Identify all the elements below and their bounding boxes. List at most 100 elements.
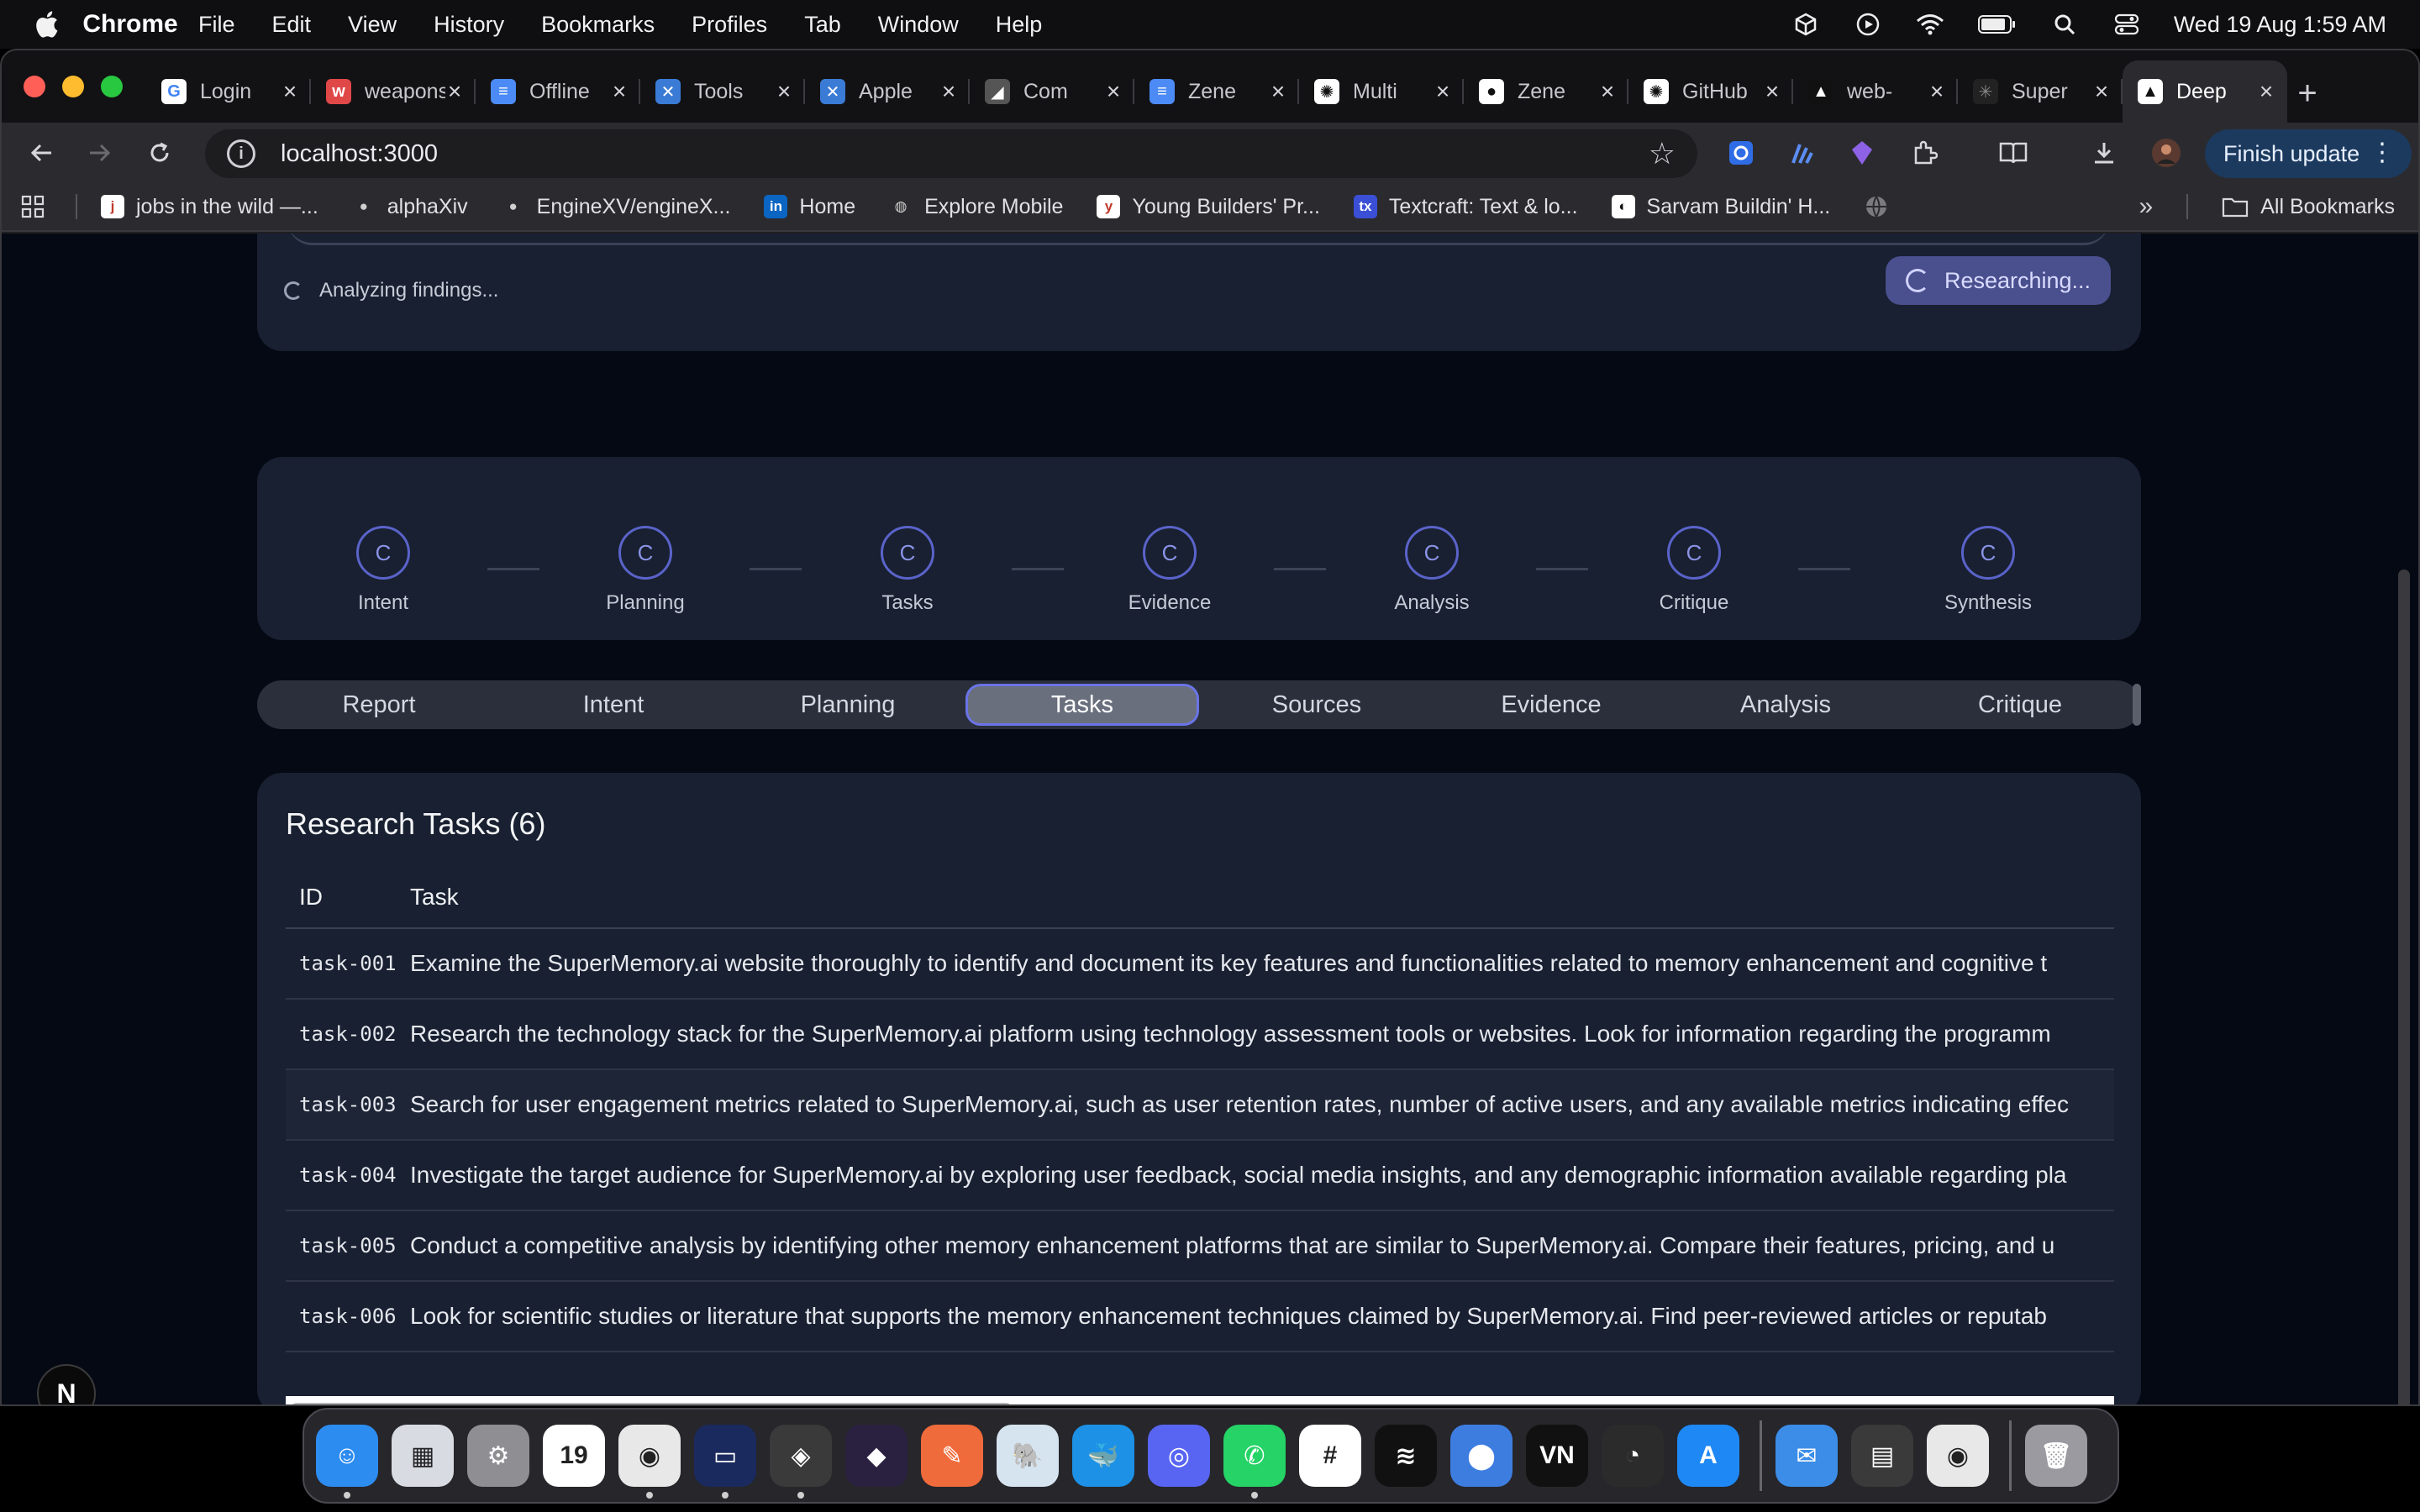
menu-bookmarks[interactable]: Bookmarks — [541, 12, 655, 38]
bookmark-item[interactable]: in Home — [764, 195, 855, 219]
apple-menu-icon[interactable] — [34, 10, 59, 39]
menu-profiles[interactable]: Profiles — [692, 12, 767, 38]
profile-avatar[interactable] — [2151, 138, 2181, 168]
postgres-icon[interactable]: 🐘 — [997, 1425, 1059, 1487]
browser-tab[interactable]: ≡ Offline × — [476, 60, 640, 123]
spotify-icon[interactable]: ≋ — [1375, 1425, 1437, 1487]
tab-analysis[interactable]: Analysis — [1668, 680, 1903, 729]
table-row[interactable]: task-002 Research the technology stack fo… — [286, 1000, 2114, 1070]
query-input-edge[interactable] — [287, 234, 2109, 245]
bookmark-item[interactable]: tx Textcraft: Text & lo... — [1353, 195, 1578, 219]
terminal-app-icon[interactable]: ▭ — [694, 1425, 756, 1499]
tab-intent[interactable]: Intent — [496, 680, 731, 729]
researching-button[interactable]: Researching... — [1886, 256, 2111, 305]
all-bookmarks-button[interactable]: All Bookmarks — [2222, 195, 2395, 219]
paw-app-icon[interactable]: ✎ — [921, 1425, 983, 1487]
browser-tab[interactable]: G Login × — [146, 60, 311, 123]
tab-close-icon[interactable]: × — [1928, 78, 1946, 105]
tab-close-icon[interactable]: × — [1598, 78, 1617, 105]
scrollbar-thumb[interactable] — [291, 1403, 1012, 1404]
tab-close-icon[interactable]: × — [1269, 78, 1287, 105]
menu-app-name[interactable]: Chrome — [82, 0, 177, 55]
tab-close-icon[interactable]: × — [610, 78, 629, 105]
package-icon[interactable] — [1791, 12, 1821, 37]
browser-tab[interactable]: ◢ Com × — [970, 60, 1134, 123]
menu-window[interactable]: Window — [878, 12, 959, 38]
system-settings-icon[interactable]: ⚙ — [467, 1425, 529, 1487]
browser-tab[interactable]: ✕ Apple × — [805, 60, 970, 123]
slack-icon[interactable]: # — [1299, 1425, 1361, 1487]
menu-view[interactable]: View — [348, 12, 397, 38]
browser-tab[interactable]: ≡ Zene × — [1134, 60, 1299, 123]
obsidian-icon[interactable]: ◆ — [845, 1425, 908, 1487]
extension-gem-icon[interactable] — [1847, 138, 1877, 168]
new-tab-button[interactable]: + — [2291, 62, 2324, 124]
address-bar[interactable]: i localhost:3000 ☆ — [205, 129, 1697, 178]
extension-chart-icon[interactable] — [1786, 138, 1817, 168]
tab-sources[interactable]: Sources — [1199, 680, 1434, 729]
apps-grid-icon[interactable] — [20, 194, 45, 219]
cube-app-icon[interactable]: ◈ — [770, 1425, 832, 1499]
minimize-window-button[interactable] — [62, 76, 84, 97]
bookmark-star-icon[interactable]: ☆ — [1649, 136, 1676, 171]
reload-button[interactable] — [143, 136, 176, 170]
tab-tasks[interactable]: Tasks — [965, 684, 1199, 726]
browser-tab[interactable]: ✳ Super × — [1958, 60, 2123, 123]
tab-close-icon[interactable]: × — [2257, 78, 2275, 105]
trash-icon[interactable]: 🗑 — [2025, 1425, 2087, 1487]
browser-tab[interactable]: ▲ Deep × — [2123, 60, 2287, 123]
browser-tab[interactable]: ● Zene × — [1464, 60, 1628, 123]
more-bookmarks-chevron-icon[interactable]: » — [2139, 192, 2154, 221]
bookmark-item[interactable]: ● alphaXiv — [351, 195, 468, 219]
spotlight-search-icon[interactable] — [2049, 12, 2080, 37]
tabs-scrollbar[interactable] — [2133, 684, 2141, 726]
menu-help[interactable]: Help — [996, 12, 1043, 38]
table-row[interactable]: task-005 Conduct a competitive analysis b… — [286, 1211, 2114, 1282]
page-vertical-scrollbar[interactable] — [2398, 570, 2410, 1404]
tab-critique[interactable]: Critique — [1902, 680, 2138, 729]
nextjs-dev-badge[interactable]: N — [37, 1364, 96, 1404]
menu-file[interactable]: File — [198, 12, 235, 38]
browser-tab[interactable]: ✺ GitHub × — [1628, 60, 1793, 123]
menu-history[interactable]: History — [434, 12, 504, 38]
mail-icon[interactable]: ✉ — [1776, 1425, 1838, 1487]
obs-icon[interactable]: ◔ — [1602, 1425, 1664, 1487]
table-row[interactable]: task-003 Search for user engagement metri… — [286, 1070, 2114, 1141]
more-menu-icon[interactable]: ⋮ — [2370, 138, 2395, 167]
globe-bookmark-icon[interactable] — [1864, 194, 1889, 219]
calendar-icon[interactable]: 19 — [543, 1425, 605, 1487]
tab-close-icon[interactable]: × — [775, 78, 793, 105]
wifi-icon[interactable] — [1915, 12, 1945, 37]
reading-list-icon[interactable] — [1998, 138, 2028, 168]
table-row[interactable]: task-001 Examine the SuperMemory.ai websi… — [286, 929, 2114, 1000]
menu-clock[interactable]: Wed 19 Aug 1:59 AM — [2174, 12, 2386, 38]
extensions-puzzle-icon[interactable] — [1909, 138, 1939, 168]
tab-close-icon[interactable]: × — [1763, 78, 1781, 105]
battery-icon[interactable] — [1977, 12, 2018, 37]
address-url[interactable]: localhost:3000 — [281, 140, 1649, 168]
table-horizontal-scrollbar[interactable] — [286, 1396, 2114, 1404]
bookmark-item[interactable]: ◐ Sarvam Buildin' H... — [1611, 195, 1830, 219]
site-info-icon[interactable]: i — [227, 139, 255, 168]
db-app-icon[interactable]: ⬤ — [1450, 1425, 1512, 1487]
calculator-icon[interactable]: ▤ — [1851, 1425, 1913, 1487]
bookmark-item[interactable]: y Young Builders' Pr... — [1097, 195, 1320, 219]
tab-evidence[interactable]: Evidence — [1434, 680, 1669, 729]
finish-update-button[interactable]: Finish update ⋮ — [2205, 129, 2412, 178]
browser-tab[interactable]: ✕ Tools × — [640, 60, 805, 123]
launchpad-icon[interactable]: ▦ — [392, 1425, 454, 1487]
finder-icon[interactable]: ☺ — [316, 1425, 378, 1499]
extension-gear-icon[interactable] — [1726, 138, 1756, 168]
chrome-icon[interactable]: ◉ — [618, 1425, 681, 1499]
downloads-icon[interactable] — [2089, 138, 2119, 168]
table-row[interactable]: task-006 Look for scientific studies or l… — [286, 1282, 2114, 1352]
bookmark-item[interactable]: ◍ Explore Mobile — [889, 195, 1063, 219]
docker-icon[interactable]: 🐳 — [1072, 1425, 1134, 1487]
discord-icon[interactable]: ◎ — [1148, 1425, 1210, 1487]
browser-tab[interactable]: ✺ Multi × — [1299, 60, 1464, 123]
close-window-button[interactable] — [24, 76, 45, 97]
table-row[interactable]: task-004 Investigate the target audience … — [286, 1141, 2114, 1211]
vn-app-icon[interactable]: VN — [1526, 1425, 1588, 1487]
tab-close-icon[interactable]: × — [445, 78, 464, 105]
browser-tab[interactable]: ▲ web- × — [1793, 60, 1958, 123]
